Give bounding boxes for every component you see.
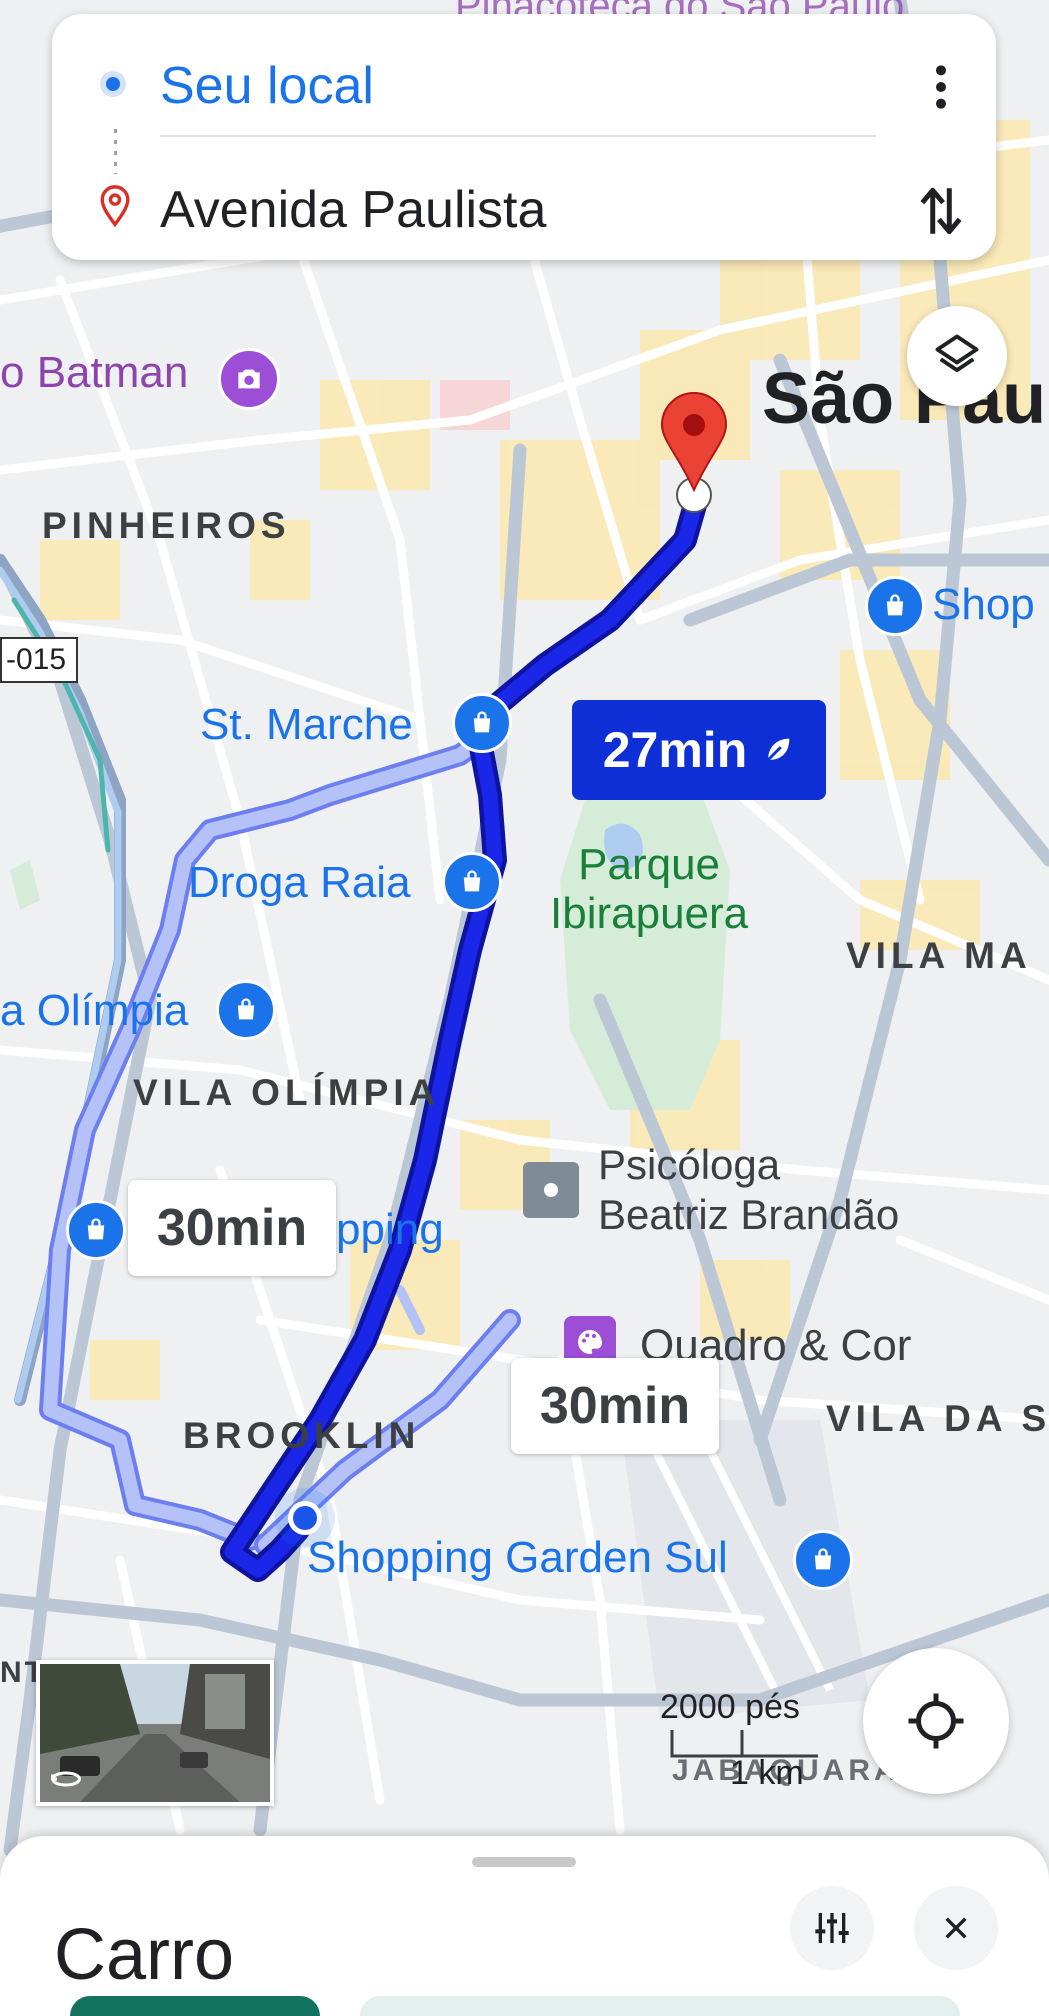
map-label-park[interactable]: Parque Ibirapuera	[550, 840, 748, 939]
poi-generic-icon[interactable]	[523, 1162, 579, 1218]
connector-dots	[114, 129, 117, 174]
eco-leaf-icon	[767, 738, 790, 761]
close-button[interactable]	[914, 1886, 998, 1970]
drag-handle[interactable]	[472, 1857, 576, 1867]
field-divider	[160, 135, 876, 137]
bottom-sheet[interactable]: Carro	[0, 1836, 1049, 2016]
origin-field[interactable]: Seu local	[160, 56, 374, 116]
map-label-psicologa[interactable]: Psicóloga Beatriz Brandão	[598, 1140, 899, 1241]
tune-icon	[815, 1913, 849, 1943]
crosshair-icon	[908, 1693, 964, 1749]
mode-chip-car[interactable]	[70, 1996, 320, 2016]
more-vert-icon[interactable]	[926, 62, 956, 112]
shopping-bag-icon[interactable]	[793, 1530, 853, 1590]
shopping-bag-icon[interactable]	[452, 693, 512, 753]
shopping-bag-icon[interactable]	[216, 980, 276, 1040]
map-label-vila-ma: VILA MA	[846, 935, 1032, 976]
layers-button[interactable]	[907, 306, 1007, 406]
origin-dot-icon	[100, 71, 126, 97]
street-view-icon	[51, 1771, 81, 1787]
destination-pin-icon	[100, 185, 130, 228]
scale-imperial: 2000 pés	[660, 1688, 800, 1726]
map-label-droga-raia[interactable]: Droga Raia	[188, 858, 411, 908]
destination-field[interactable]: Avenida Paulista	[160, 180, 546, 240]
close-icon	[945, 1917, 967, 1939]
swap-icon[interactable]	[916, 182, 966, 240]
scale-metric: 1 km	[730, 1754, 804, 1792]
map-label-shopping-partial[interactable]: pping	[336, 1205, 444, 1255]
layers-icon	[935, 334, 979, 373]
my-location-button[interactable]	[863, 1648, 1009, 1794]
mode-chip-others[interactable]	[360, 1996, 960, 2016]
shopping-bag-icon[interactable]	[865, 576, 925, 636]
route-time-primary-label: 27min	[602, 722, 748, 778]
park-label-line2: Ibirapuera	[550, 889, 749, 939]
route-time-alt-left[interactable]: 30min	[128, 1180, 336, 1276]
route-time-alt-right[interactable]: 30min	[511, 1358, 719, 1454]
shopping-bag-icon[interactable]	[442, 852, 502, 912]
map-label-shop[interactable]: Shop	[932, 580, 1035, 630]
psicologa-label-line1: Psicóloga	[598, 1141, 781, 1188]
psicologa-label-line2: Beatriz Brandão	[598, 1191, 900, 1239]
park-label-line1: Parque	[578, 840, 721, 889]
map-label-pinheiros: PINHEIROS	[42, 505, 291, 546]
map-label-olimpia-shop[interactable]: a Olímpia	[0, 986, 188, 1036]
street-view-thumbnail[interactable]	[36, 1660, 274, 1806]
route-time-primary[interactable]: 27min	[572, 700, 826, 800]
map-label-batman[interactable]: o Batman	[0, 348, 188, 398]
map-label-vila-da: VILA DA S	[826, 1398, 1049, 1439]
camera-icon[interactable]	[218, 348, 280, 410]
directions-card: Seu local Avenida Paulista	[52, 14, 996, 260]
travel-mode-title: Carro	[54, 1915, 235, 1995]
map-label-vila-olimpia: VILA OLÍMPIA	[133, 1072, 441, 1113]
shopping-bag-icon[interactable]	[66, 1200, 126, 1260]
map-label-brooklin: BROOKLIN	[183, 1415, 421, 1456]
route-options-button[interactable]	[790, 1886, 874, 1970]
road-shield: -015	[0, 637, 79, 683]
map-label-garden-sul[interactable]: Shopping Garden Sul	[307, 1533, 728, 1583]
map-label-st-marche[interactable]: St. Marche	[200, 700, 413, 750]
